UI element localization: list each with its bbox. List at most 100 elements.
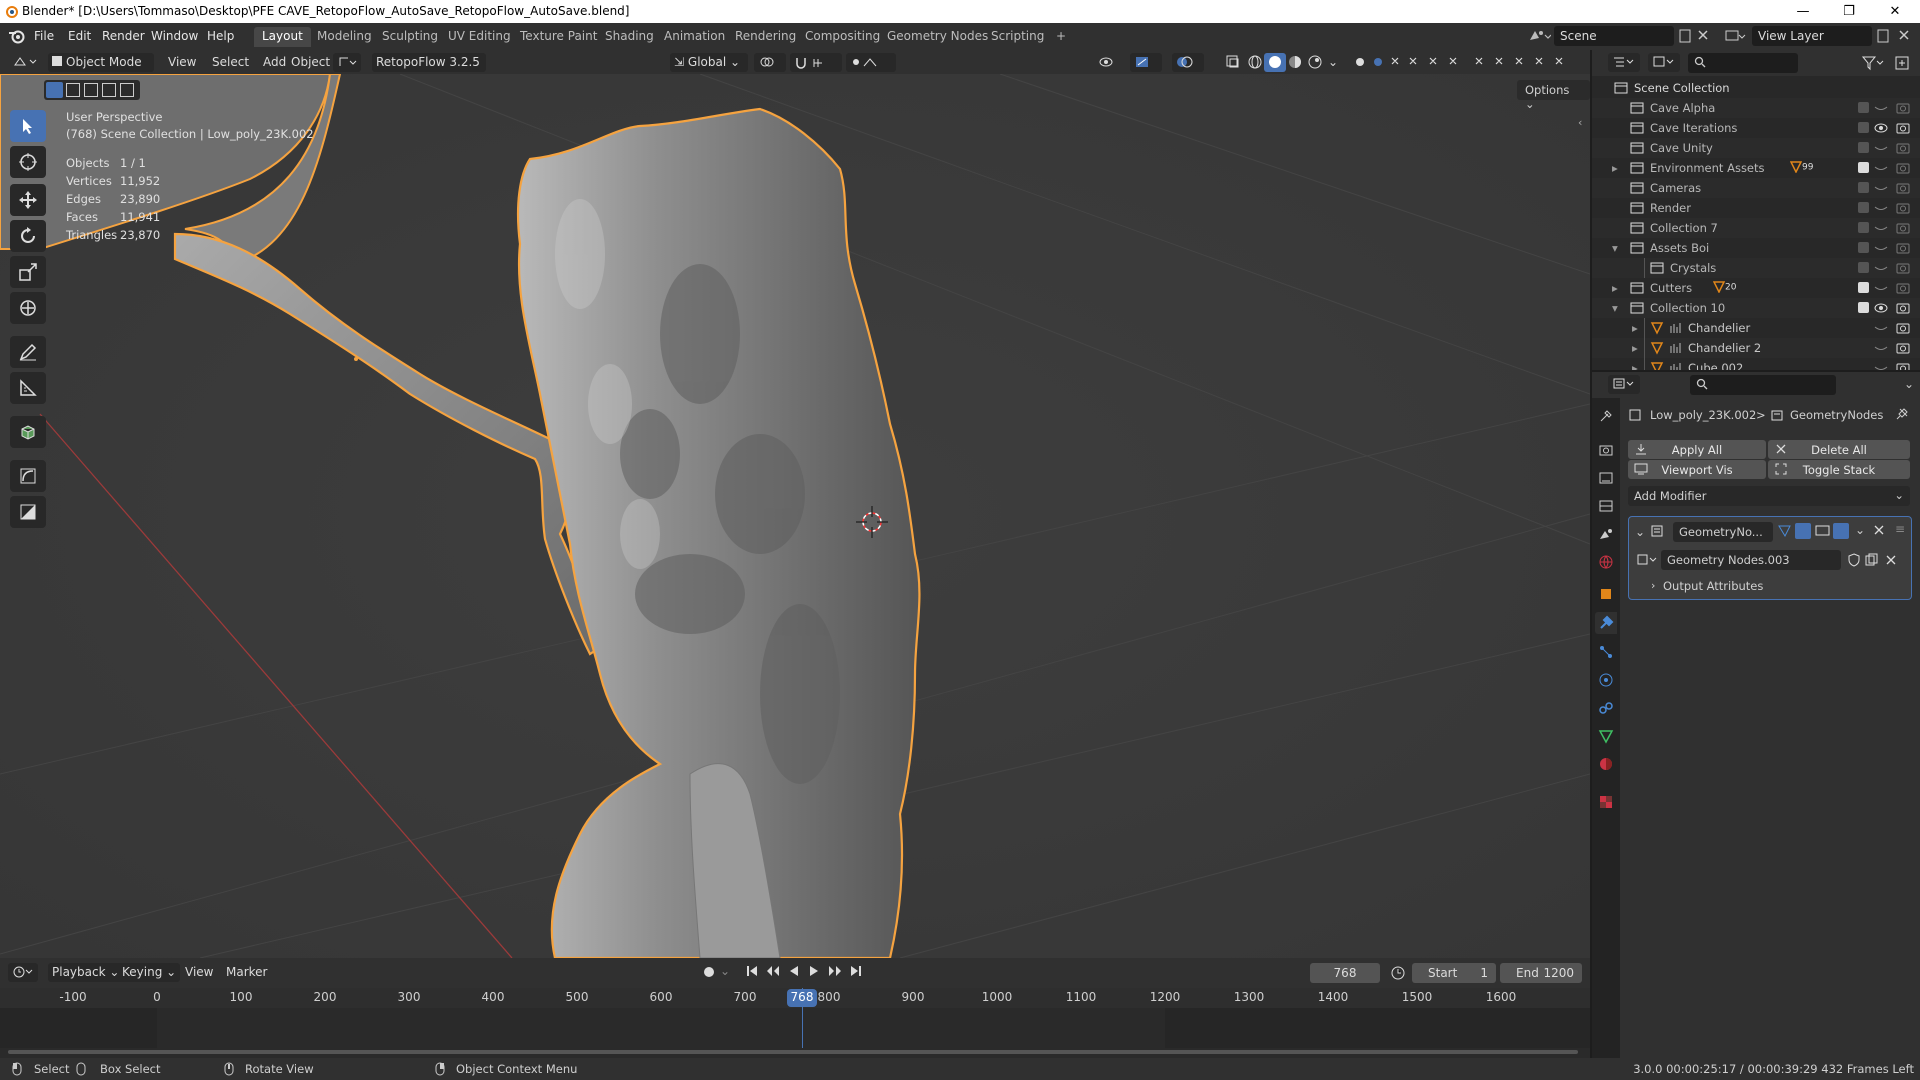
play-icon[interactable] (808, 965, 820, 977)
tab-render-icon[interactable] (1598, 442, 1614, 458)
timeline-marker-menu[interactable]: Marker (222, 963, 271, 982)
modifier-remove-icon[interactable] (1873, 524, 1885, 536)
tab-texture-paint[interactable]: Texture Paint (512, 27, 605, 47)
tab-world-icon[interactable] (1598, 554, 1614, 570)
select-new-icon[interactable] (46, 82, 63, 98)
tab-sculpting[interactable]: Sculpting (374, 27, 446, 47)
menu-object[interactable]: Object (287, 53, 334, 72)
tab-animation[interactable]: Animation (656, 27, 733, 47)
duplicate-icon[interactable] (1865, 553, 1879, 567)
render-camera-icon[interactable] (1896, 282, 1910, 294)
playhead-indicator[interactable]: 768 (787, 989, 817, 1007)
jump-keyframe-prev-icon[interactable] (766, 965, 780, 977)
tab-object-icon[interactable] (1598, 586, 1614, 602)
menu-add[interactable]: Add (259, 53, 290, 72)
render-camera-icon[interactable] (1896, 342, 1910, 354)
eye-closed-icon[interactable] (1874, 242, 1888, 254)
expand-toggle-icon[interactable]: ▾ (1612, 301, 1618, 315)
modifier-menu-chevron-icon[interactable]: ⌄ (1855, 523, 1865, 537)
view-layer-icon[interactable] (1724, 28, 1746, 44)
eye-closed-icon[interactable] (1874, 222, 1888, 234)
tab-view-layer-icon[interactable] (1598, 498, 1614, 514)
shading-rendered-icon[interactable] (1304, 53, 1326, 72)
outliner-item[interactable]: Cave Unity (1592, 138, 1920, 158)
tool-select-box[interactable] (10, 110, 46, 142)
add-modifier-dropdown[interactable]: Add Modifier ⌄ (1628, 486, 1910, 506)
exclude-checkbox[interactable] (1858, 122, 1869, 133)
blender-menu-icon[interactable] (8, 28, 26, 44)
tab-geometry-nodes[interactable]: Geometry Nodes (879, 27, 996, 47)
tab-uv-editing[interactable]: UV Editing (440, 27, 519, 47)
shading-solid-icon[interactable] (1264, 53, 1286, 72)
exclude-checkbox[interactable] (1858, 242, 1869, 253)
render-camera-icon[interactable] (1896, 242, 1910, 254)
scene-selector[interactable]: Scene (1554, 26, 1674, 46)
exclude-checkbox[interactable] (1858, 262, 1869, 273)
expand-toggle-icon[interactable]: ▾ (1612, 241, 1618, 255)
pivot-point-icon[interactable] (754, 53, 786, 72)
exclude-checkbox[interactable] (1858, 302, 1869, 313)
new-scene-icon[interactable] (1678, 29, 1692, 43)
tab-compositing[interactable]: Compositing (797, 27, 888, 47)
timeline-view-menu[interactable]: View (181, 963, 217, 982)
tool-retopo-plane[interactable] (10, 496, 46, 528)
menu-help[interactable]: Help (207, 29, 234, 43)
jump-start-icon[interactable] (746, 965, 758, 977)
outliner-item[interactable]: ▸ Cutters 20 (1592, 278, 1920, 298)
scene-icon[interactable] (1527, 28, 1551, 44)
exclude-checkbox[interactable] (1858, 102, 1869, 113)
tab-modeling[interactable]: Modeling (309, 27, 380, 47)
outliner-item[interactable]: ▸ Chandelier (1592, 318, 1920, 338)
eye-closed-icon[interactable] (1874, 262, 1888, 274)
options-dropdown[interactable]: Options ⌄ (1517, 80, 1590, 111)
eye-closed-icon[interactable] (1874, 202, 1888, 214)
visibility-filter-icon[interactable] (1094, 53, 1126, 72)
outliner-tree[interactable]: Scene Collection Cave Alpha Cave Iteratio… (1592, 76, 1920, 370)
properties-search-input[interactable] (1690, 375, 1836, 395)
apply-all-button[interactable]: Apply All (1628, 440, 1766, 459)
viewport-vis-button[interactable]: Viewport Vis (1628, 460, 1766, 479)
node-tree-icon[interactable] (1637, 553, 1659, 567)
menu-window[interactable]: Window (151, 29, 198, 43)
render-camera-icon[interactable] (1896, 322, 1910, 334)
eye-closed-icon[interactable] (1874, 162, 1888, 174)
outliner-item[interactable]: ▸ Environment Assets 99 (1592, 158, 1920, 178)
tool-add-cube[interactable] (10, 416, 46, 448)
node-group-field[interactable]: Geometry Nodes.003 (1661, 550, 1841, 570)
render-camera-icon[interactable] (1896, 162, 1910, 174)
tab-texture-icon[interactable] (1598, 794, 1614, 810)
properties-options-icon[interactable]: ⌄ (1904, 377, 1914, 391)
tab-tool-icon[interactable] (1598, 408, 1614, 424)
modifier-viewport-icon[interactable] (1815, 524, 1831, 538)
tab-output-icon[interactable] (1598, 470, 1614, 486)
delete-scene-icon[interactable] (1697, 29, 1709, 41)
outliner-item[interactable]: ▾ Assets Boi (1592, 238, 1920, 258)
expand-toggle-icon[interactable]: ▸ (1632, 321, 1638, 335)
editor-type-icon[interactable] (8, 53, 44, 72)
tab-data-icon[interactable] (1598, 728, 1614, 744)
render-camera-icon[interactable] (1896, 362, 1910, 370)
retopoflow-menu[interactable]: RetopoFlow 3.2.5 ⌄ (372, 53, 486, 83)
modifier-editmode-icon[interactable] (1777, 524, 1793, 538)
tab-constraints-icon[interactable] (1598, 700, 1614, 716)
outliner-item[interactable]: Cameras (1592, 178, 1920, 198)
exclude-checkbox[interactable] (1858, 142, 1869, 153)
overlays-icon[interactable] (1172, 53, 1204, 72)
new-view-layer-icon[interactable] (1876, 29, 1890, 43)
gizmo-type-icon[interactable] (333, 53, 361, 72)
outliner-root[interactable]: Scene Collection (1592, 78, 1920, 98)
shading-options-icon[interactable]: ⌄ (1324, 53, 1342, 72)
unlink-icon[interactable] (1885, 554, 1897, 566)
tab-scene-icon[interactable] (1598, 526, 1614, 542)
render-camera-icon[interactable] (1896, 222, 1910, 234)
sidebar-toggle-icon[interactable]: ‹ (1578, 116, 1582, 129)
outliner-item[interactable]: Cave Alpha (1592, 98, 1920, 118)
menu-edit[interactable]: Edit (68, 29, 91, 43)
outliner-item[interactable]: Render (1592, 198, 1920, 218)
timeline-area[interactable]: -100 0 100 200 300 400 500 600 700 800 9… (0, 988, 1590, 1058)
outliner-item[interactable]: ▾ Collection 10 (1592, 298, 1920, 318)
filter-icon[interactable] (1862, 55, 1884, 71)
exclude-checkbox[interactable] (1858, 222, 1869, 233)
eye-closed-icon[interactable] (1874, 282, 1888, 294)
shading-material-icon[interactable] (1284, 53, 1306, 72)
